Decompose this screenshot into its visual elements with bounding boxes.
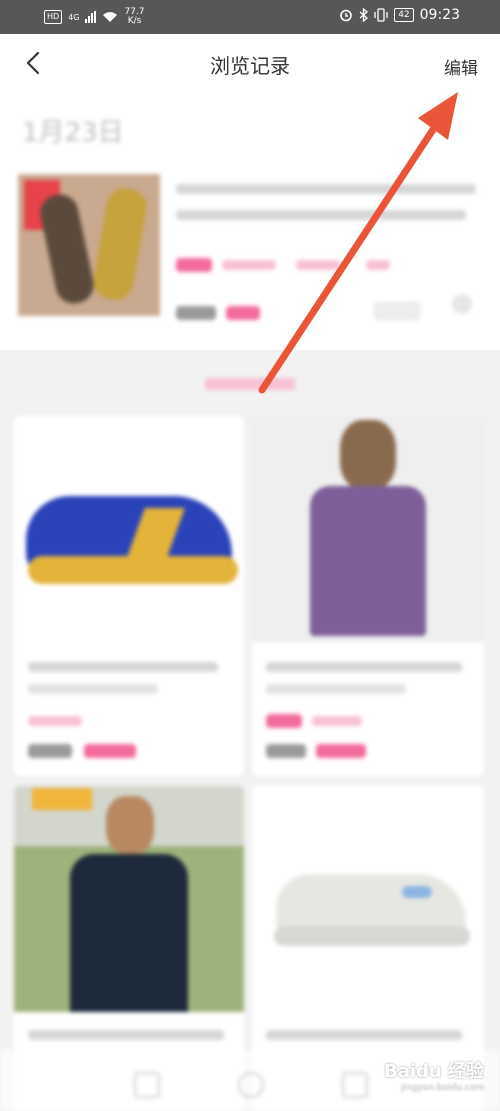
product-title-line (266, 1030, 462, 1040)
tag-text (312, 716, 362, 726)
tag-text (28, 716, 82, 726)
nav-back-icon[interactable] (134, 1072, 160, 1098)
bluetooth-icon (359, 8, 369, 22)
wifi-icon (103, 12, 118, 22)
product-title-line (28, 662, 218, 672)
discount-price (316, 744, 366, 758)
hd-indicator: HD (44, 10, 63, 24)
nav-home-icon[interactable] (238, 1072, 264, 1098)
sneaker-accent (402, 886, 432, 898)
product-image (252, 786, 484, 1012)
signal-icon (85, 11, 97, 23)
history-date: 1月23日 (22, 118, 124, 148)
cart-icon[interactable] (452, 294, 472, 314)
sneaker-sole (274, 926, 470, 946)
product-image (14, 786, 244, 1012)
tshirt-shape (310, 486, 426, 636)
product-image (252, 416, 484, 642)
discount-price (84, 744, 136, 758)
clock: 09:23 (419, 7, 460, 23)
watermark: Baidu 经验 jingyan.baidu.com (384, 1057, 484, 1093)
tag-pill (176, 258, 212, 272)
nav-bar: 浏览记录 编辑 (0, 34, 500, 94)
status-bar: HD 4G 77.7 K/s 42 09:23 (0, 0, 500, 34)
tag-text (222, 260, 276, 270)
price-text (176, 306, 216, 320)
recommend-bar (205, 378, 295, 390)
status-left: HD 4G 77.7 K/s (44, 8, 145, 26)
product-image (18, 174, 160, 316)
shoe-shape (90, 185, 150, 303)
product-image (14, 416, 244, 642)
history-content: 1月23日 (0, 94, 500, 1111)
product-subtitle-line (266, 684, 406, 694)
tshirt-shape (70, 854, 188, 1012)
tag-text (366, 260, 390, 270)
product-card[interactable] (252, 416, 484, 776)
alarm-icon (340, 9, 352, 22)
watermark-url: jingyan.baidu.com (400, 1083, 484, 1093)
product-title-line (176, 184, 476, 194)
product-title-line (176, 210, 466, 220)
battery-indicator: 42 (394, 8, 414, 22)
history-section: 1月23日 (0, 94, 500, 350)
shoe-shape (36, 191, 98, 307)
product-title-line (266, 662, 462, 672)
recommend-header (165, 374, 335, 394)
tag-text (296, 260, 340, 270)
product-subtitle-line (28, 684, 158, 694)
page-title: 浏览记录 (210, 54, 290, 78)
similar-button[interactable] (374, 302, 420, 320)
discount-price (226, 306, 260, 320)
model-head (340, 420, 396, 490)
status-right: 42 09:23 (339, 7, 460, 23)
vibrate-icon (374, 8, 388, 22)
watermark-brand: Baidu 经验 (383, 1061, 484, 1082)
tag-pill (266, 714, 302, 728)
network-type: 4G (68, 12, 80, 22)
price-text (28, 744, 72, 758)
speed-unit: K/s (127, 16, 142, 26)
edit-button[interactable]: 编辑 (444, 54, 478, 79)
nav-recent-icon[interactable] (342, 1072, 368, 1098)
network-speed: 77.7 K/s (124, 8, 144, 26)
price-text (266, 744, 306, 758)
product-card[interactable] (14, 416, 244, 776)
promo-badge (32, 788, 92, 810)
model-head (106, 796, 154, 854)
product-title-line (28, 1030, 224, 1040)
